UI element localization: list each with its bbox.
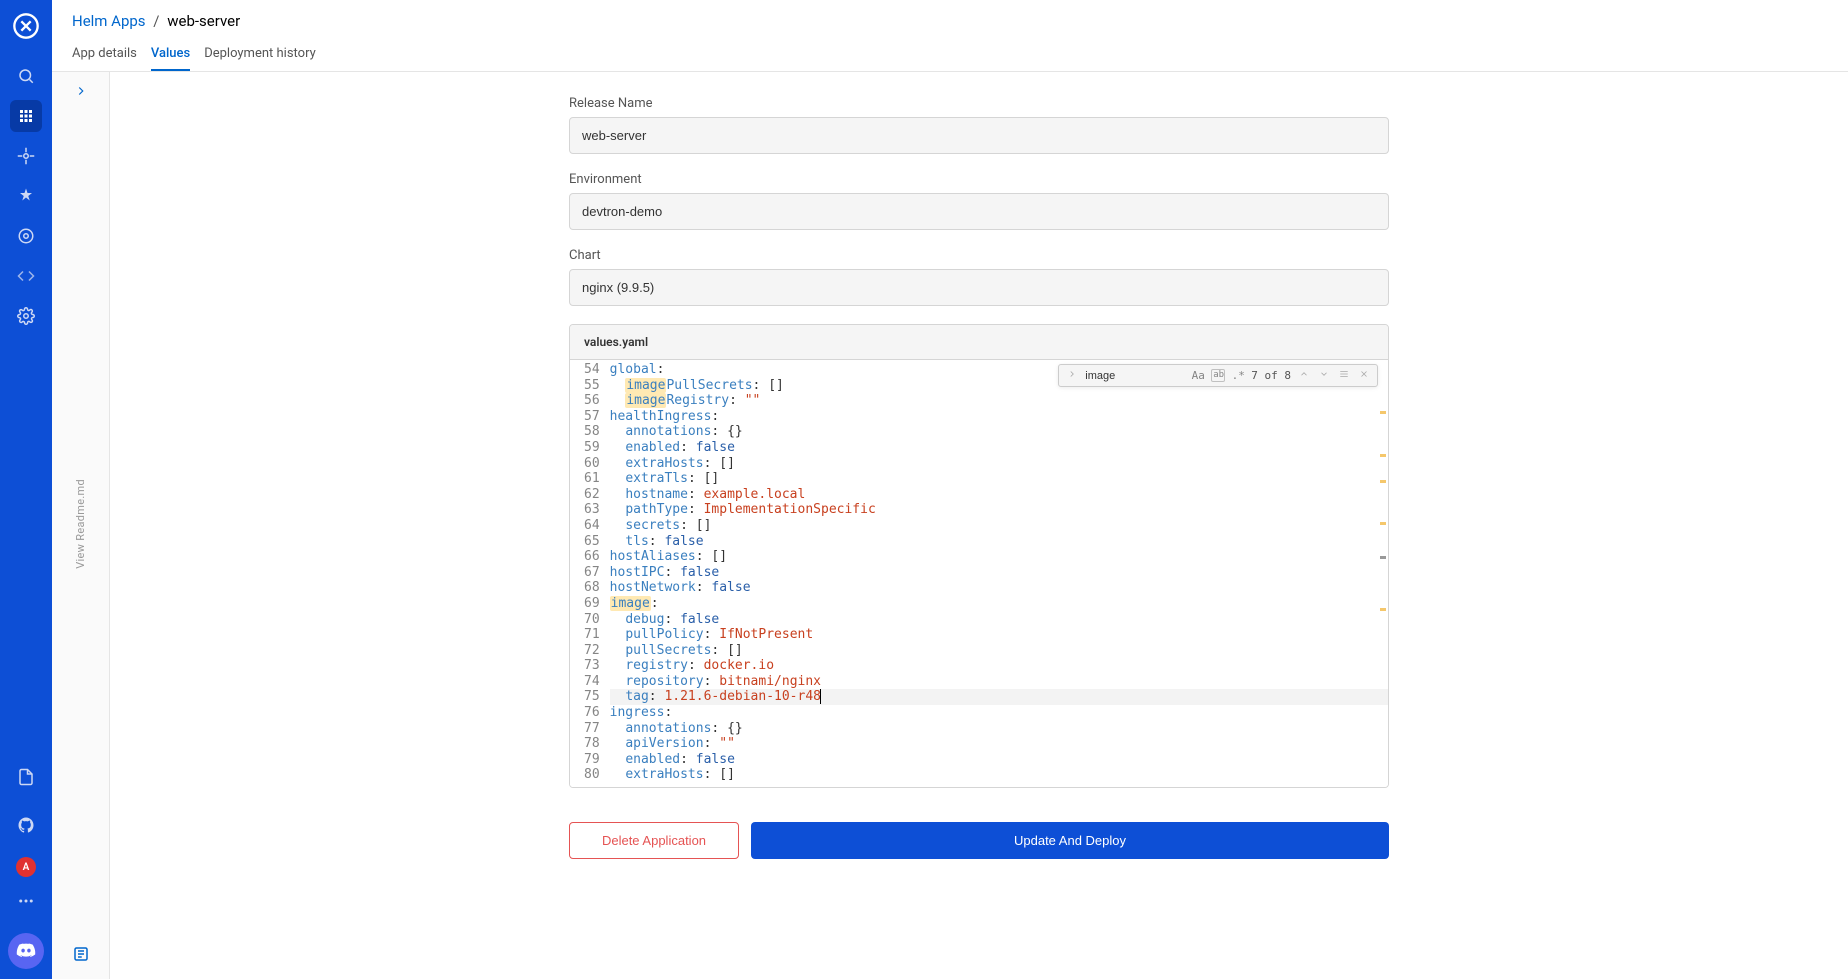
values-editor: values.yaml Aa ab .* 7 of 8 <box>569 324 1389 788</box>
chart-input[interactable] <box>569 269 1389 306</box>
sidebar-docs[interactable] <box>10 761 42 793</box>
sidebar-search[interactable] <box>10 60 42 92</box>
editor-body[interactable]: Aa ab .* 7 of 8 <box>570 360 1388 787</box>
find-widget: Aa ab .* 7 of 8 <box>1058 364 1378 387</box>
release-name-input[interactable] <box>569 117 1389 154</box>
readme-label: View Readme.md <box>74 479 87 569</box>
footer-actions: Delete Application Update And Deploy <box>569 808 1389 879</box>
find-match-case-icon[interactable]: Aa <box>1191 369 1205 382</box>
find-next-icon[interactable] <box>1317 369 1331 382</box>
find-regex-icon[interactable]: .* <box>1231 369 1245 382</box>
find-selection-icon[interactable] <box>1337 369 1351 382</box>
discord-button[interactable] <box>8 933 44 969</box>
find-prev-icon[interactable] <box>1297 369 1311 382</box>
find-input[interactable] <box>1085 370 1185 382</box>
editor-code[interactable]: global: imagePullSecrets: [] imageRegist… <box>610 360 1388 787</box>
sidebar-more[interactable] <box>10 885 42 917</box>
sidebar-security[interactable] <box>10 220 42 252</box>
tabs: App details Values Deployment history <box>72 38 1828 71</box>
find-toggle-icon[interactable] <box>1065 369 1079 382</box>
editor-gutter: 5455565758596061626364656667686970717273… <box>570 360 610 787</box>
environment-input[interactable] <box>569 193 1389 230</box>
find-close-icon[interactable] <box>1357 369 1371 382</box>
editor-minimap[interactable] <box>1380 360 1386 787</box>
breadcrumb-root[interactable]: Helm Apps <box>72 12 146 30</box>
sidebar-apps[interactable] <box>10 100 42 132</box>
find-whole-word-icon[interactable]: ab <box>1211 369 1225 382</box>
devtron-logo-icon <box>12 12 40 40</box>
sidebar-code[interactable] <box>10 260 42 292</box>
page-header: Helm Apps / web-server App details Value… <box>52 0 1848 72</box>
update-deploy-button[interactable]: Update And Deploy <box>751 822 1389 859</box>
readme-expand-icon[interactable] <box>74 84 88 102</box>
delete-application-button[interactable]: Delete Application <box>569 822 739 859</box>
environment-label: Environment <box>569 172 1389 187</box>
readme-panel: View Readme.md <box>52 72 110 979</box>
chart-label: Chart <box>569 248 1389 263</box>
readme-icon[interactable] <box>72 945 90 967</box>
release-name-label: Release Name <box>569 96 1389 111</box>
sidebar-deploy[interactable] <box>10 180 42 212</box>
tab-app-details[interactable]: App details <box>72 38 137 71</box>
tab-values[interactable]: Values <box>151 38 190 71</box>
tab-deployment-history[interactable]: Deployment history <box>204 38 316 71</box>
breadcrumb-current: web-server <box>167 12 240 30</box>
editor-filename: values.yaml <box>570 325 1388 360</box>
sidebar-settings[interactable] <box>10 300 42 332</box>
sidebar-charts[interactable] <box>10 140 42 172</box>
sidebar: A <box>0 0 52 979</box>
breadcrumb: Helm Apps / web-server <box>72 12 1828 30</box>
user-avatar[interactable]: A <box>16 857 36 877</box>
find-count: 7 of 8 <box>1251 369 1291 382</box>
sidebar-github[interactable] <box>10 809 42 841</box>
